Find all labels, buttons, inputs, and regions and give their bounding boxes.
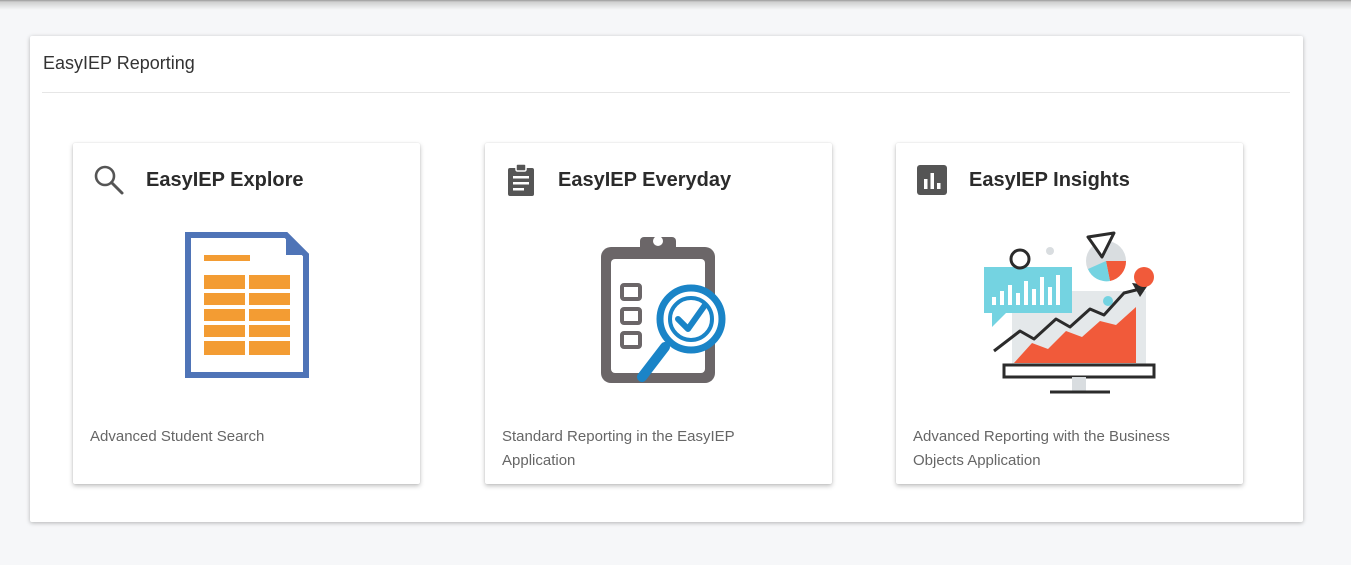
panel-title: EasyIEP Reporting [43, 53, 195, 73]
reporting-panel: EasyIEP Reporting EasyIEP Explore Advanc… [30, 36, 1303, 522]
card-explore[interactable]: EasyIEP Explore Advanced Student Search [73, 143, 420, 484]
analytics-monitor-illustration [896, 231, 1243, 401]
search-icon [92, 163, 126, 197]
card-header: EasyIEP Everyday [504, 163, 731, 197]
clipboard-checklist-magnifier-illustration [485, 231, 832, 401]
panel-divider [42, 92, 1290, 93]
bar-chart-icon [915, 163, 949, 197]
card-description: Advanced Reporting with the Business Obj… [913, 428, 1170, 469]
card-description: Standard Reporting in the EasyIEP Applic… [502, 428, 735, 469]
card-header: EasyIEP Insights [915, 163, 1130, 197]
card-insights[interactable]: EasyIEP Insights Advanced Reporting with… [896, 143, 1243, 484]
card-everyday[interactable]: EasyIEP Everyday Standard Reporting in t… [485, 143, 832, 484]
card-title: EasyIEP Insights [969, 168, 1130, 191]
card-header: EasyIEP Explore [92, 163, 304, 197]
card-description: Advanced Student Search [90, 428, 265, 445]
spreadsheet-document-illustration [73, 231, 420, 401]
top-shadow [0, 0, 1351, 10]
card-title: EasyIEP Explore [146, 168, 304, 191]
card-title: EasyIEP Everyday [558, 168, 732, 191]
clipboard-icon [504, 163, 538, 197]
